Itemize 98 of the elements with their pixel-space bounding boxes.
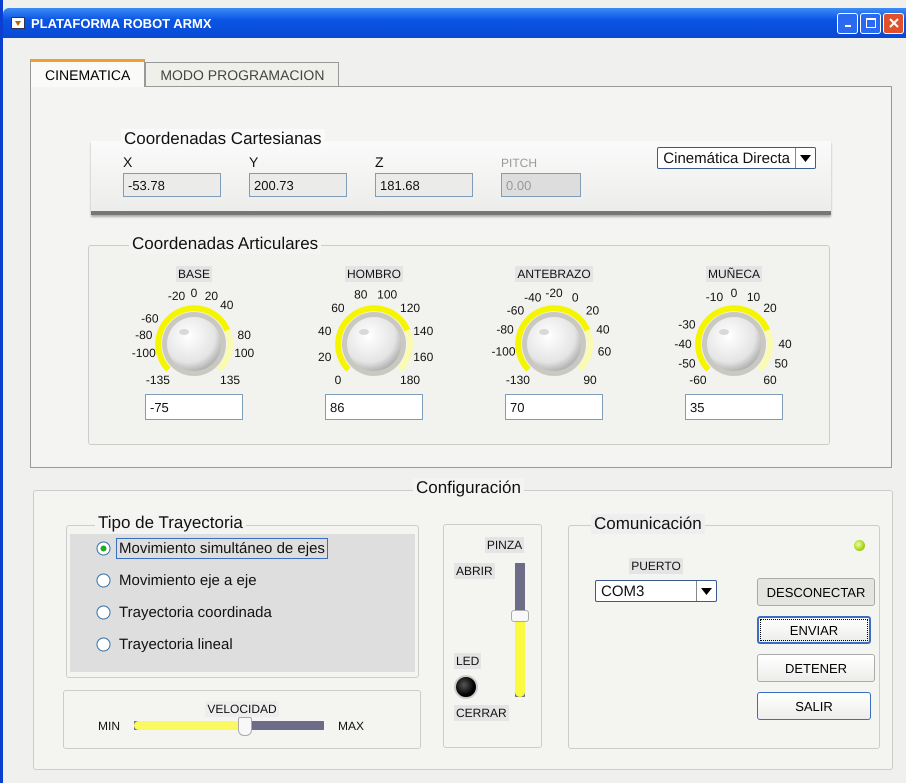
scale-label: 0 (572, 290, 579, 305)
scale-label: -100 (492, 344, 516, 358)
slider-thumb[interactable] (238, 717, 252, 736)
min-label: MIN (98, 718, 120, 732)
close-button[interactable] (883, 12, 904, 34)
field-label: X (123, 154, 134, 170)
maximize-button[interactable] (860, 12, 881, 34)
led-label: LED (454, 653, 482, 669)
scale-label: 100 (234, 346, 254, 360)
scale-label: -20 (545, 286, 563, 300)
scale-label: -20 (168, 289, 186, 304)
scale-label: 0 (334, 373, 342, 388)
close-icon (888, 18, 898, 28)
scale-label: 180 (400, 373, 420, 388)
input-field[interactable]: 86 (325, 394, 423, 420)
scale-label: 40 (778, 337, 792, 351)
scale-label: -135 (146, 373, 170, 388)
open-label: ABRIR (454, 563, 495, 579)
command-button[interactable]: SALIR (757, 692, 871, 720)
scale-label: -100 (132, 346, 156, 360)
input-field[interactable]: 181.68 (375, 173, 473, 197)
close-label: CERRAR (454, 705, 509, 721)
scale-label: 20 (586, 304, 600, 318)
joint-label: ANTEBRAZO (515, 266, 593, 282)
scale-label: -60 (689, 373, 707, 388)
port-label: PUERTO (629, 558, 683, 574)
option-label[interactable]: Movimiento eje a eje (116, 570, 260, 591)
scale-label: -40 (524, 290, 542, 305)
radio-button[interactable] (96, 541, 111, 556)
scale-label: -30 (678, 317, 696, 332)
scale-label: 90 (583, 373, 597, 388)
maximize-icon (866, 18, 876, 28)
radio-button[interactable] (96, 637, 111, 652)
minimize-icon (844, 25, 850, 27)
scale-label: 80 (238, 328, 251, 342)
max-label: MAX (338, 718, 364, 732)
scale-label: -10 (706, 290, 724, 304)
group-title: Comunicación (591, 514, 705, 534)
scale-label: 60 (598, 344, 612, 358)
input-field[interactable]: 70 (505, 394, 603, 420)
scale-label: 60 (331, 300, 345, 315)
joint-label: MUÑECA (706, 266, 762, 282)
scale-label: -40 (674, 337, 692, 351)
scale-label: 100 (377, 288, 398, 302)
tab[interactable]: CINEMATICA (30, 59, 146, 87)
mode-dropdown[interactable]: Cinemática Directa (657, 147, 816, 169)
slider-label: VELOCIDAD (205, 701, 279, 717)
scale-label: 80 (354, 288, 368, 302)
scale-label: 140 (413, 324, 434, 338)
scale-label: -80 (496, 322, 514, 337)
scale-label: 135 (220, 373, 240, 388)
minimize-button[interactable] (837, 12, 858, 34)
group-title: Coordenadas Articulares (129, 234, 322, 254)
joint-label: BASE (176, 266, 212, 282)
scale-label: 20 (318, 350, 332, 364)
option-label[interactable]: Trayectoria coordinada (116, 602, 275, 623)
field-label: Y (249, 154, 260, 170)
scale-label: 160 (413, 350, 434, 364)
scale-label: 120 (400, 300, 420, 315)
scale-label: 50 (774, 356, 788, 371)
scale-label: 20 (763, 300, 777, 315)
field-label: Z (375, 154, 385, 170)
joint-label: HOMBRO (345, 266, 403, 282)
scale-label: -60 (506, 304, 524, 318)
command-button[interactable]: ENVIAR (757, 616, 871, 644)
command-button[interactable]: DETENER (757, 654, 875, 682)
scale-label: 40 (220, 298, 234, 312)
scale-label: -60 (141, 312, 158, 326)
app-icon (11, 17, 25, 29)
slider-label: PINZA (484, 537, 524, 553)
group-title: Configuración (413, 478, 524, 498)
input-field[interactable]: 200.73 (249, 173, 347, 197)
field-label: PITCH (501, 156, 538, 170)
scale-label: -80 (135, 328, 152, 342)
option-label[interactable]: Movimiento simultáneo de ejes (116, 538, 328, 559)
scale-label: 60 (763, 373, 777, 388)
command-button[interactable]: DESCONECTAR (757, 578, 875, 606)
scale-label: 0 (730, 286, 738, 300)
radio-button[interactable] (96, 573, 111, 588)
scale-label: 10 (746, 290, 760, 304)
dropdown-arrow-icon (701, 588, 712, 594)
group-title: Tipo de Trayectoria (95, 513, 246, 533)
input-field[interactable]: 35 (685, 394, 783, 420)
scale-label: 20 (204, 289, 218, 304)
scale-label: 40 (596, 322, 610, 337)
window-title: PLATAFORMA ROBOT ARMX (31, 16, 212, 30)
option-label[interactable]: Trayectoria lineal (116, 634, 236, 655)
scale-label: 0 (190, 286, 198, 300)
input-field[interactable]: -53.78 (123, 173, 221, 197)
input-field[interactable]: -75 (145, 394, 243, 420)
port-dropdown[interactable]: COM3 (595, 580, 717, 602)
scale-label: 40 (318, 324, 332, 338)
tab[interactable]: MODO PROGRAMACION (145, 62, 340, 86)
radio-button[interactable] (96, 605, 111, 620)
scale-label: -50 (678, 356, 696, 371)
scale-label: -130 (506, 373, 530, 388)
slider-thumb[interactable] (510, 610, 529, 622)
dropdown-arrow-icon (800, 154, 811, 162)
